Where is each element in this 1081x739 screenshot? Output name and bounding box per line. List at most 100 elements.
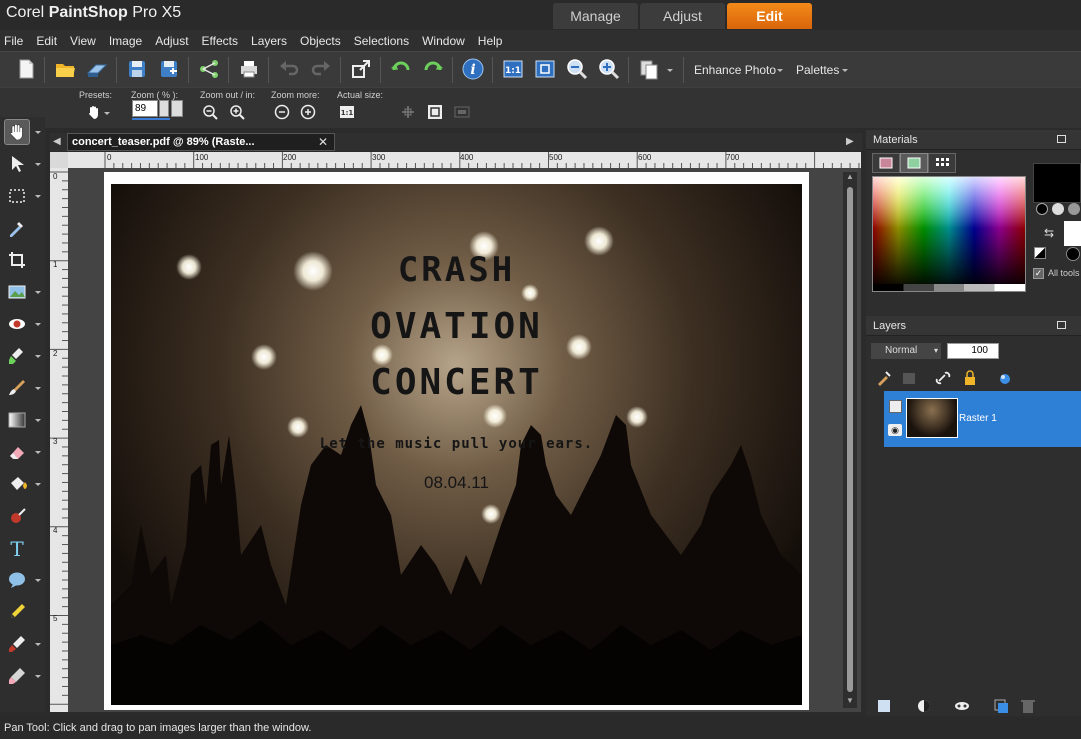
clone-brush-icon[interactable] <box>4 343 30 369</box>
eye-visibility-icon[interactable]: ◉ <box>888 424 902 436</box>
clone-brush-dropdown-icon[interactable] <box>35 355 41 358</box>
zoom-in-small-icon[interactable] <box>229 104 245 120</box>
flood-fill-icon[interactable] <box>4 471 30 497</box>
rainbow-tab-icon[interactable] <box>900 153 928 173</box>
gradient-style-icon[interactable] <box>1052 203 1064 215</box>
crop-tool-icon[interactable] <box>4 247 30 273</box>
menu-file[interactable]: File <box>4 34 23 48</box>
concert-photo[interactable]: CRASH OVATION CONCERT Let the music pull… <box>111 184 802 705</box>
shape-tool-dropdown-icon[interactable] <box>35 579 41 582</box>
pan-tool-dropdown-icon[interactable] <box>35 131 41 134</box>
paint-brush-dropdown-icon[interactable] <box>35 387 41 390</box>
documents-icon[interactable] <box>637 57 661 81</box>
enhance-photo-menu[interactable]: Enhance Photo <box>694 63 776 77</box>
layer-row[interactable]: ◉ Raster 1 <box>884 391 1081 447</box>
color-spectrum[interactable] <box>872 176 1026 292</box>
save-icon[interactable] <box>125 57 149 81</box>
scroll-up-icon[interactable]: ▲ <box>846 172 854 181</box>
scroll-left-icon[interactable]: ◀ <box>53 136 61 147</box>
zoom-input[interactable] <box>132 100 158 117</box>
open-folder-icon[interactable] <box>53 57 77 81</box>
zoom-slider[interactable] <box>132 118 170 120</box>
flood-fill-dropdown-icon[interactable] <box>35 483 41 486</box>
close-document-icon[interactable]: ✕ <box>318 134 328 150</box>
menu-selections[interactable]: Selections <box>354 34 409 48</box>
menu-view[interactable]: View <box>70 34 96 48</box>
background-color-swatch[interactable] <box>1064 221 1081 246</box>
rotate-left-icon[interactable] <box>389 57 413 81</box>
tab-adjust[interactable]: Adjust <box>640 3 725 29</box>
tab-manage[interactable]: Manage <box>553 3 638 29</box>
zoom-in-icon[interactable] <box>597 57 621 81</box>
zoom-more-minus-icon[interactable] <box>274 104 290 120</box>
scroll-down-icon[interactable]: ▼ <box>846 696 854 705</box>
pattern-style-icon[interactable] <box>1068 203 1080 215</box>
zoom-out-small-icon[interactable] <box>202 104 218 120</box>
fill-window-icon[interactable] <box>454 104 470 120</box>
warp-brush-dropdown-icon[interactable] <box>35 643 41 646</box>
zoom-dropdown-button[interactable] <box>171 100 183 117</box>
enhance-photo-dropdown-icon[interactable] <box>777 69 783 72</box>
pick-tool-icon[interactable] <box>4 151 30 177</box>
text-tool-icon[interactable]: T <box>4 535 30 561</box>
menu-effects[interactable]: Effects <box>202 34 238 48</box>
zoom-more-plus-icon[interactable] <box>300 104 316 120</box>
share-icon[interactable] <box>197 57 221 81</box>
red-eye-dropdown-icon[interactable] <box>35 323 41 326</box>
foreground-color-swatch[interactable] <box>1033 163 1081 203</box>
zoom-out-icon[interactable] <box>565 57 589 81</box>
materials-maximize-icon[interactable] <box>1057 135 1066 143</box>
smudge-tool-icon[interactable] <box>4 663 30 689</box>
scrollbar-thumb[interactable] <box>847 187 853 692</box>
layers-maximize-icon[interactable] <box>1057 321 1066 329</box>
gradient-tool-icon[interactable] <box>4 407 30 433</box>
hand-preset-icon[interactable] <box>86 104 102 120</box>
swatches-tab-icon[interactable] <box>928 153 956 173</box>
scroll-right-icon[interactable]: ▶ <box>846 136 854 147</box>
print-icon[interactable] <box>237 57 261 81</box>
documents-dropdown-icon[interactable] <box>667 69 673 72</box>
pan-tool-icon[interactable] <box>4 119 30 145</box>
undo-icon[interactable] <box>277 57 301 81</box>
info-icon[interactable]: i <box>461 57 485 81</box>
vertical-scrollbar[interactable]: ▲ ▼ <box>843 172 857 708</box>
opacity-field[interactable]: 100 <box>947 343 999 359</box>
red-eye-tool-icon[interactable] <box>4 311 30 337</box>
actual-size-small-icon[interactable]: 1:1 <box>339 104 355 120</box>
palettes-dropdown-icon[interactable] <box>842 69 848 72</box>
selection-tool-icon[interactable] <box>4 183 30 209</box>
pick-tool-dropdown-icon[interactable] <box>35 163 41 166</box>
presets-dropdown-icon[interactable] <box>104 112 110 115</box>
shape-tool-icon[interactable] <box>4 567 30 593</box>
scan-icon[interactable] <box>85 57 109 81</box>
new-file-icon[interactable] <box>14 57 38 81</box>
color-style-icon[interactable] <box>1036 203 1048 215</box>
document-tab[interactable]: concert_teaser.pdf @ 89% (Raste... ✕ <box>67 133 335 151</box>
menu-layers[interactable]: Layers <box>251 34 287 48</box>
actual-size-icon[interactable]: 1:1 <box>501 57 525 81</box>
rotate-right-icon[interactable] <box>421 57 445 81</box>
fit-small-icon[interactable] <box>427 104 443 120</box>
smudge-tool-dropdown-icon[interactable] <box>35 675 41 678</box>
all-tools-checkbox[interactable]: ✓ <box>1033 268 1044 279</box>
menu-objects[interactable]: Objects <box>300 34 341 48</box>
tab-edit[interactable]: Edit <box>727 3 812 29</box>
straighten-tool-dropdown-icon[interactable] <box>35 291 41 294</box>
palettes-menu[interactable]: Palettes <box>796 63 839 77</box>
selection-tool-dropdown-icon[interactable] <box>35 195 41 198</box>
swap-colors-icon[interactable]: ⇆ <box>1044 226 1054 240</box>
color-changer-icon[interactable] <box>4 503 30 529</box>
straighten-tool-icon[interactable] <box>4 279 30 305</box>
menu-adjust[interactable]: Adjust <box>155 34 188 48</box>
redo-icon[interactable] <box>309 57 333 81</box>
eraser-dropdown-icon[interactable] <box>35 451 41 454</box>
menu-edit[interactable]: Edit <box>36 34 57 48</box>
menu-help[interactable]: Help <box>478 34 503 48</box>
menu-window[interactable]: Window <box>422 34 465 48</box>
save-as-icon[interactable] <box>157 57 181 81</box>
paint-brush-icon[interactable] <box>4 375 30 401</box>
blend-mode-select[interactable]: Normal ▾ <box>871 343 941 359</box>
pen-tool-icon[interactable] <box>4 599 30 625</box>
menu-image[interactable]: Image <box>109 34 142 48</box>
frame-tab-icon[interactable] <box>872 153 900 173</box>
